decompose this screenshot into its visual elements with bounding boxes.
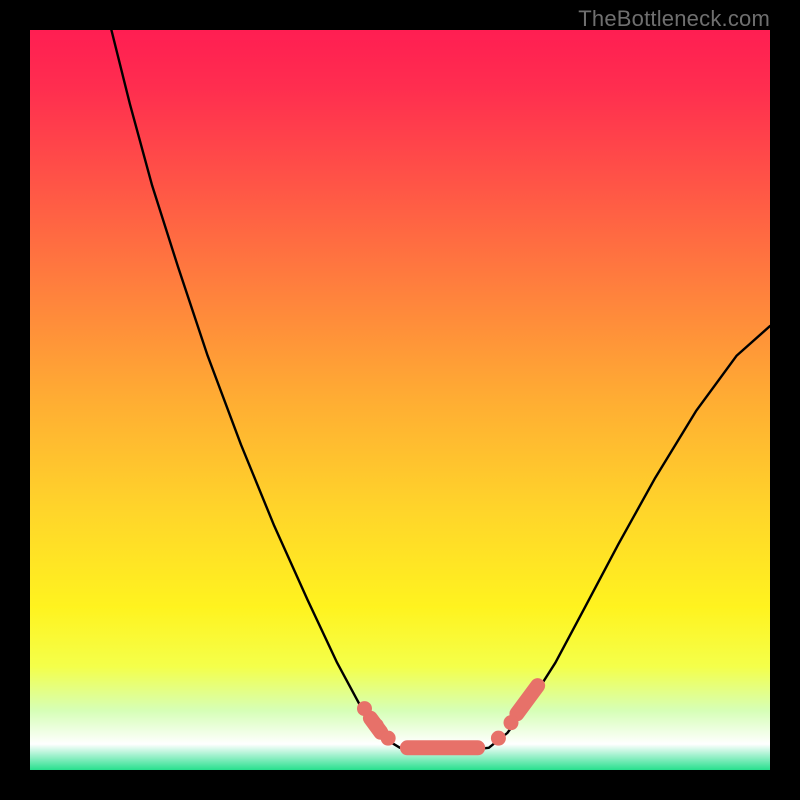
marker-dot [369, 718, 384, 733]
marker-dot [491, 731, 506, 746]
marker-dot [357, 701, 372, 716]
plot-area [30, 30, 770, 770]
bottleneck-chart [30, 30, 770, 770]
watermark-text: TheBottleneck.com [578, 6, 770, 32]
chart-frame: TheBottleneck.com [0, 0, 800, 800]
marker-dot [504, 715, 519, 730]
marker-dot [381, 731, 396, 746]
